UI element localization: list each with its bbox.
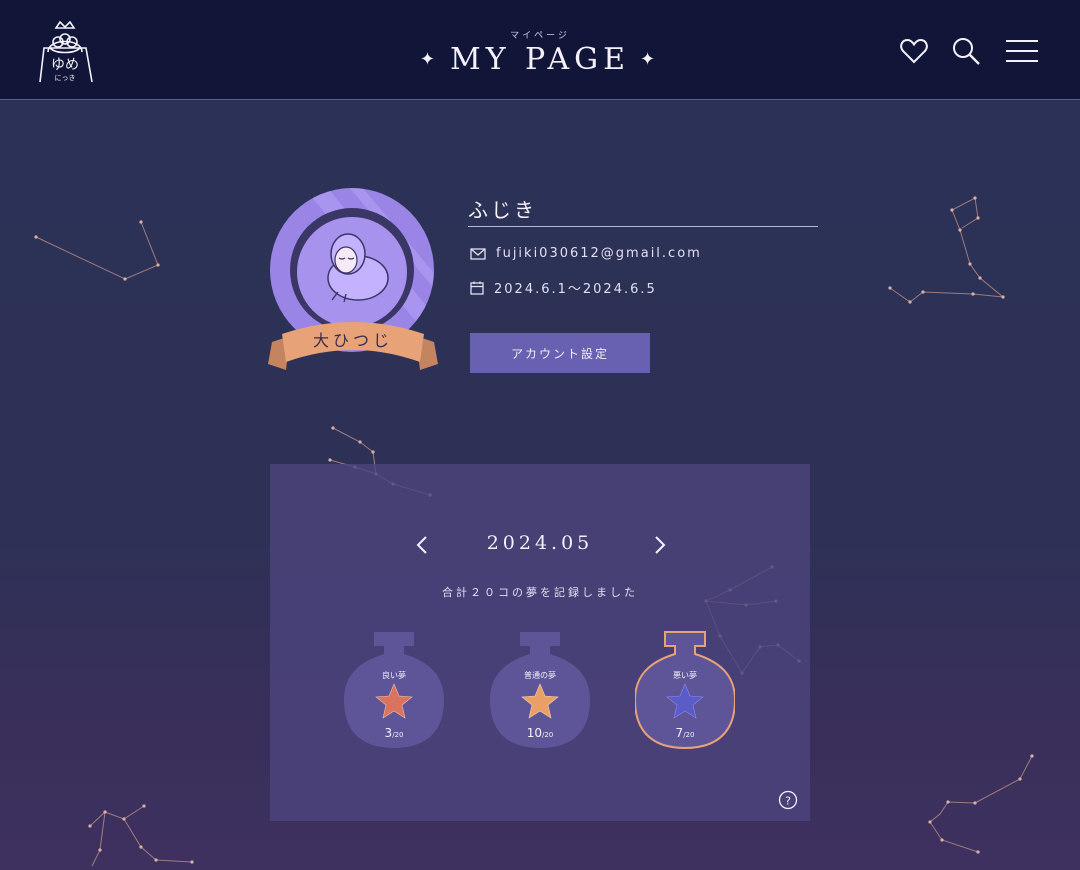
- bottle-count: 3/20: [384, 726, 404, 740]
- top-header: ゆめ にっき マイページ ✦ MY PAGE ✦: [0, 0, 1080, 100]
- good-dream-bottle[interactable]: 良い夢 3/20: [344, 630, 444, 752]
- period-row: 2024.6.1〜2024.6.5: [470, 278, 657, 297]
- bottle-label: 悪い夢: [673, 671, 697, 680]
- email-text: fujiki030612@gmail.com: [496, 246, 702, 261]
- dream-total-text: 合計２０コの夢を記録しました: [442, 586, 638, 599]
- bottle-count: 7/20: [675, 726, 695, 740]
- page-title-text: MY PAGE: [449, 42, 631, 77]
- calendar-icon: [470, 281, 484, 295]
- sparkle-right-icon: ✦: [640, 49, 661, 70]
- search-icon[interactable]: [951, 36, 981, 66]
- username: ふじき: [468, 194, 818, 227]
- bottle-label: 良い夢: [382, 671, 406, 680]
- chevron-right-icon: [655, 536, 666, 554]
- next-month-button[interactable]: [644, 530, 674, 560]
- current-month: 2024.05: [486, 532, 594, 554]
- period-text: 2024.6.1〜2024.6.5: [494, 282, 657, 297]
- account-settings-button[interactable]: アカウント設定: [470, 333, 650, 373]
- badge-label: 大ひつじ: [313, 331, 393, 350]
- sparkle-left-icon: ✦: [419, 49, 440, 70]
- email-row: fujiki030612@gmail.com: [470, 246, 702, 261]
- help-icon[interactable]: ?: [778, 790, 798, 810]
- mail-icon: [470, 247, 486, 260]
- bottle-count: 10/20: [526, 726, 554, 740]
- bottle-label: 普通の夢: [524, 671, 556, 680]
- normal-dream-bottle[interactable]: 普通の夢 10/20: [490, 630, 590, 752]
- bad-dream-bottle[interactable]: 悪い夢 7/20: [633, 630, 737, 752]
- dream-summary-panel: 2024.05 合計２０コの夢を記録しました 良い夢 3/20 普通の夢 10/…: [270, 464, 810, 821]
- heart-icon[interactable]: [899, 36, 929, 66]
- menu-icon[interactable]: [1005, 36, 1039, 66]
- svg-text:?: ?: [785, 795, 791, 808]
- profile-avatar: 大ひつじ: [268, 186, 438, 378]
